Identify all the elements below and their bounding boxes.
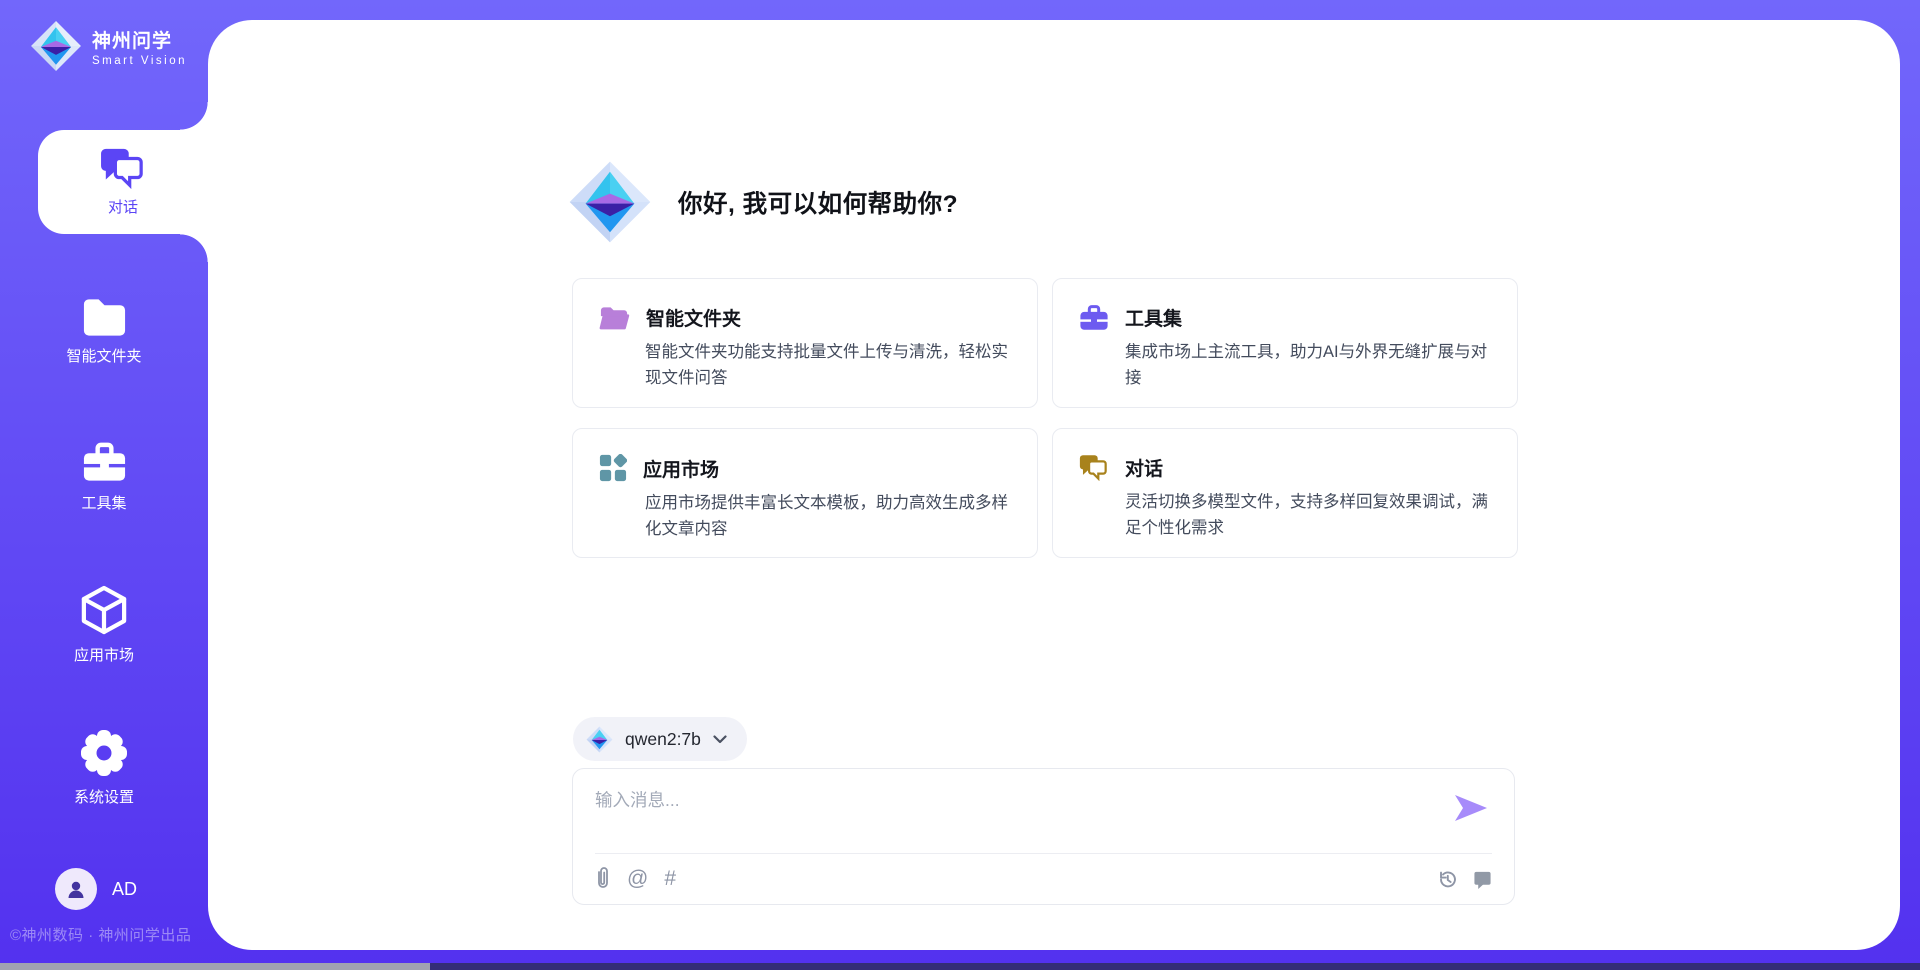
main-panel: 你好, 我可以如何帮助你? 智能文件夹 智能文件夹功能支持批量文件上传与清洗，轻… [208, 20, 1900, 950]
user-account[interactable]: AD [55, 868, 137, 910]
history-button[interactable] [1437, 869, 1458, 890]
brand-logo: 神州问学 Smart Vision [30, 20, 187, 72]
card-title: 对话 [1125, 454, 1163, 481]
horizontal-scrollbar[interactable] [0, 963, 1920, 970]
greeting: 你好, 我可以如何帮助你? [568, 160, 958, 244]
new-chat-button[interactable] [1473, 870, 1492, 890]
card-app-market[interactable]: 应用市场 应用市场提供丰富长文本模板，助力高效生成多样化文章内容 [572, 428, 1038, 558]
sidebar: 神州问学 Smart Vision 对话 智能文件夹 工具集 [0, 0, 208, 963]
paperclip-icon [595, 866, 611, 890]
message-composer: @ # [572, 768, 1515, 905]
card-description: 智能文件夹功能支持批量文件上传与清洗，轻松实现文件问答 [645, 340, 1013, 391]
model-name: qwen2:7b [625, 729, 701, 750]
avatar [55, 868, 97, 910]
card-chat[interactable]: 对话 灵活切换多模型文件，支持多样回复效果调试，满足个性化需求 [1052, 428, 1518, 558]
sidebar-item-smart-folder[interactable]: 智能文件夹 [0, 296, 208, 366]
card-toolset[interactable]: 工具集 集成市场上主流工具，助力AI与外界无缝扩展与对接 [1052, 278, 1518, 408]
send-icon[interactable] [1454, 794, 1488, 822]
copyright-footer: ©神州数码 · 神州问学出品 [10, 924, 191, 945]
gem-logo-icon [568, 160, 652, 244]
sidebar-item-label: 工具集 [81, 492, 126, 513]
sidebar-item-label: 对话 [108, 196, 138, 217]
brand-subtitle: Smart Vision [92, 55, 187, 67]
card-smart-folder[interactable]: 智能文件夹 智能文件夹功能支持批量文件上传与清洗，轻松实现文件问答 [572, 278, 1038, 408]
briefcase-icon [1079, 304, 1109, 331]
greeting-text: 你好, 我可以如何帮助你? [678, 185, 958, 220]
composer-tools-right [1437, 869, 1492, 890]
card-description: 应用市场提供丰富长文本模板，助力高效生成多样化文章内容 [645, 491, 1013, 542]
chat-icon [1079, 454, 1109, 481]
card-title: 应用市场 [643, 455, 719, 482]
gem-logo-icon [586, 726, 613, 753]
app-root: { "brand": { "name": "神州问学", "subtitle":… [0, 0, 1920, 970]
card-description: 灵活切换多模型文件，支持多样回复效果调试，满足个性化需求 [1125, 490, 1493, 541]
card-title: 智能文件夹 [646, 304, 741, 331]
mention-button[interactable]: @ [627, 868, 648, 889]
sidebar-item-settings[interactable]: 系统设置 [0, 729, 208, 807]
user-initials: AD [112, 879, 137, 900]
sidebar-item-label: 系统设置 [74, 786, 134, 807]
person-icon [64, 877, 88, 901]
topic-button[interactable]: # [664, 868, 676, 889]
chat-bubble-icon [1473, 870, 1492, 890]
folder-open-icon [599, 305, 630, 331]
gem-logo-icon [30, 20, 82, 72]
attach-button[interactable] [595, 866, 611, 890]
scrollbar-thumb[interactable] [0, 963, 430, 970]
message-input[interactable] [595, 785, 1435, 815]
composer-divider [595, 853, 1492, 854]
composer-tools-left: @ # [595, 866, 676, 890]
chevron-down-icon [713, 735, 727, 744]
active-tab-fillet-bottom [180, 234, 208, 262]
folder-icon [81, 296, 128, 336]
card-title: 工具集 [1125, 304, 1182, 331]
briefcase-icon [81, 441, 128, 483]
sidebar-item-label: 智能文件夹 [66, 345, 141, 366]
feature-cards: 智能文件夹 智能文件夹功能支持批量文件上传与清洗，轻松实现文件问答 工具集 集成… [572, 278, 1518, 558]
history-icon [1437, 869, 1458, 890]
chat-icon [100, 147, 146, 189]
active-tab-fillet-top [180, 102, 208, 130]
sidebar-item-label: 应用市场 [74, 644, 134, 665]
gear-icon [80, 729, 128, 777]
brand-name: 神州问学 [92, 26, 187, 53]
card-description: 集成市场上主流工具，助力AI与外界无缝扩展与对接 [1125, 340, 1493, 391]
apps-grid-icon [599, 454, 627, 482]
sidebar-item-toolset[interactable]: 工具集 [0, 441, 208, 513]
sidebar-item-chat[interactable]: 对话 [38, 130, 208, 234]
sidebar-item-app-market[interactable]: 应用市场 [0, 585, 208, 665]
cube-icon [81, 585, 127, 635]
model-selector[interactable]: qwen2:7b [573, 717, 747, 761]
